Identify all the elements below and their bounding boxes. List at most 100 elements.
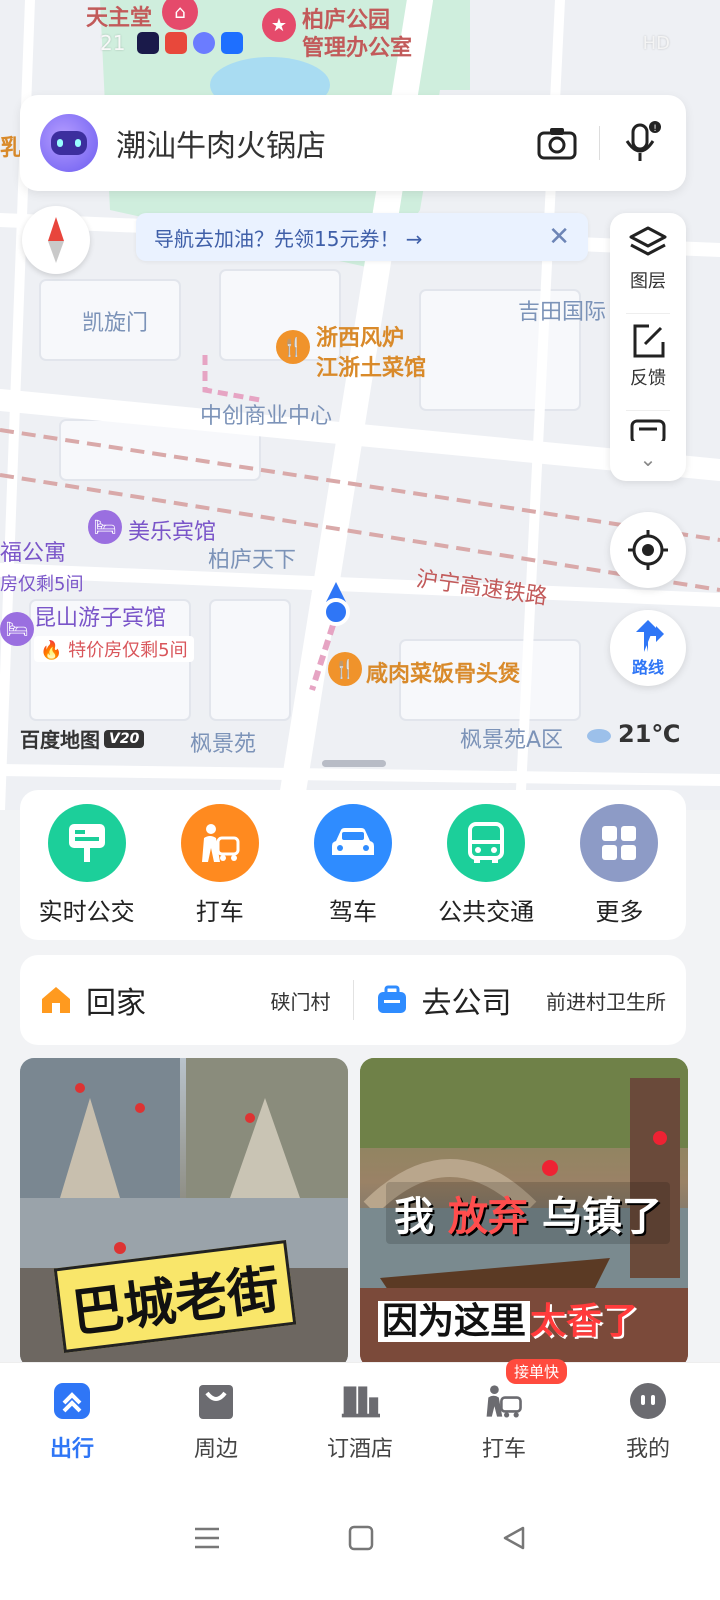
- microphone-icon[interactable]: !: [618, 119, 666, 167]
- layers-icon: [629, 226, 667, 256]
- locate-button[interactable]: [610, 512, 686, 588]
- route-arrow-icon: [636, 620, 664, 652]
- map-label-jitian[interactable]: 吉田国际: [518, 294, 606, 326]
- bottom-tab-bar: 出行 周边 订酒店 接单快 打车 我的: [0, 1358, 720, 1480]
- grid-more-icon: [580, 803, 659, 882]
- app-notification-3-icon: [193, 32, 216, 54]
- current-location-icon[interactable]: [318, 580, 354, 630]
- taxi-tab-icon: [484, 1381, 524, 1421]
- map-label-kaixuanmen[interactable]: 凯旋门: [82, 305, 148, 337]
- feedback-label: 反馈: [630, 368, 666, 389]
- route-button[interactable]: 路线: [610, 610, 686, 686]
- cloud-icon: [587, 729, 611, 743]
- go-home-shortcut[interactable]: 回家 硖门村: [40, 978, 331, 1022]
- map-tools-panel: 图层 反馈 ⌄: [610, 213, 686, 481]
- taxi-badge: 接单快: [506, 1358, 568, 1384]
- back-nav-icon[interactable]: [501, 1525, 527, 1555]
- map-label-xianrou[interactable]: 咸肉菜饭骨头煲: [366, 656, 520, 688]
- quick-action-label: 打车: [195, 897, 244, 926]
- chevron-down-icon[interactable]: ⌄: [640, 447, 657, 471]
- search-bar[interactable]: 潮汕牛肉火锅店 !: [20, 95, 686, 191]
- map-label-kunshan-hotel[interactable]: 昆山游子宾馆: [34, 600, 166, 632]
- company-address: 前进村卫生所: [546, 989, 666, 1014]
- company-title: 去公司: [421, 986, 512, 1021]
- quick-action-more[interactable]: 更多: [559, 803, 679, 927]
- route-label: 路线: [631, 658, 664, 677]
- shortcut-bar: 回家 硖门村 去公司 前进村卫生所: [20, 955, 686, 1045]
- bus-stop-icon: [47, 803, 126, 882]
- quick-action-label: 公共交通: [438, 897, 535, 926]
- map-label-zhexi-1[interactable]: 浙西风炉: [316, 320, 404, 352]
- caption-1b: 放弃: [447, 1194, 528, 1240]
- weather-widget[interactable]: 21℃: [586, 720, 680, 748]
- map-label-fu-apartment-sub: 房仅剩5间: [0, 574, 84, 595]
- home-address: 硖门村: [270, 989, 331, 1014]
- map-label-bailu-tianxia[interactable]: 柏庐天下: [208, 542, 296, 574]
- map-label-fengjingyuan-a[interactable]: 枫景苑A区: [460, 722, 563, 754]
- tab-nearby[interactable]: 周边: [156, 1381, 276, 1463]
- tab-label: 我的: [625, 1436, 670, 1462]
- close-icon[interactable]: ✕: [548, 222, 570, 252]
- status-network: HD: [642, 32, 670, 54]
- more-tools-icon[interactable]: [630, 419, 666, 445]
- map-label-kunshan-sub: 🔥 特价房仅剩5间: [34, 636, 194, 662]
- tab-taxi[interactable]: 接单快 打车: [444, 1358, 568, 1463]
- feed-right-caption-1: 我 放弃 乌镇了: [386, 1182, 670, 1244]
- feedback-edit-icon: [633, 324, 665, 358]
- alipay-icon: [221, 32, 244, 54]
- locate-crosshair-icon: [628, 530, 668, 570]
- logo-version: V20: [104, 729, 145, 748]
- panel-divider-2: [626, 410, 670, 411]
- feed-card-wuzhen[interactable]: 我 放弃 乌镇了 因为这里 太香了: [360, 1058, 688, 1368]
- quick-action-realtime-bus[interactable]: 实时公交: [27, 803, 147, 927]
- layers-label: 图层: [630, 271, 666, 292]
- quick-action-transit[interactable]: 公共交通: [426, 803, 546, 927]
- hotel-pin-icon[interactable]: 🛏: [88, 510, 122, 544]
- quick-action-taxi[interactable]: 打车: [160, 803, 280, 927]
- map-label-meile[interactable]: 美乐宾馆: [128, 514, 216, 546]
- panel-drag-handle[interactable]: [322, 760, 386, 767]
- system-nav-bar: [0, 1480, 720, 1600]
- status-app-icons: [137, 32, 244, 54]
- map-label-fu-apartment[interactable]: 福公寓: [0, 535, 66, 567]
- home-title: 回家: [86, 986, 146, 1021]
- home-nav-icon[interactable]: [348, 1525, 374, 1555]
- kunshan-deal-text: 特价房仅剩5间: [68, 640, 188, 661]
- car-icon: [313, 803, 392, 882]
- layers-button[interactable]: 图层: [628, 225, 668, 313]
- caption-1c: 乌镇了: [541, 1194, 662, 1240]
- assistant-avatar-icon[interactable]: [40, 114, 98, 172]
- status-time: 21: [100, 31, 126, 55]
- tab-profile[interactable]: 我的: [588, 1381, 708, 1463]
- feedback-button[interactable]: 反馈: [629, 322, 667, 410]
- hotel-pin-2-icon[interactable]: 🛏: [0, 612, 34, 646]
- quick-action-drive[interactable]: 驾车: [293, 803, 413, 927]
- tab-hotel[interactable]: 订酒店: [300, 1381, 420, 1463]
- feed-card-bacheng[interactable]: 巴城老街: [20, 1058, 348, 1368]
- baidu-map-logo: 百度地图 V20: [20, 724, 145, 753]
- caption-2a: 因为这里: [378, 1301, 531, 1342]
- camera-icon[interactable]: [533, 119, 581, 167]
- caption-1a: 我: [394, 1194, 434, 1240]
- restaurant-pin-2-icon[interactable]: 🍴: [328, 652, 362, 686]
- tab-label: 打车: [481, 1436, 526, 1462]
- tab-label: 出行: [49, 1436, 94, 1462]
- search-input[interactable]: 潮汕牛肉火锅店: [116, 121, 533, 165]
- profile-face-icon: [628, 1381, 668, 1421]
- menu-nav-icon[interactable]: [193, 1526, 221, 1554]
- compass-button[interactable]: [22, 206, 90, 274]
- map-label-zhongchuang[interactable]: 中创商业中心: [200, 398, 332, 430]
- panel-divider: [626, 313, 670, 314]
- bus-icon: [447, 803, 526, 882]
- taxi-person-icon: [180, 803, 259, 882]
- promo-text[interactable]: 导航去加油？先领15元券！ →: [154, 223, 423, 252]
- go-company-shortcut[interactable]: 去公司 前进村卫生所: [376, 978, 666, 1022]
- home-icon: [42, 987, 70, 1013]
- tab-travel[interactable]: 出行: [12, 1381, 132, 1463]
- promo-banner[interactable]: 导航去加油？先领15元券！ → ✕: [136, 213, 588, 261]
- map-label-zhexi-2[interactable]: 江浙土菜馆: [316, 350, 426, 382]
- map-label-fengjingyuan[interactable]: 枫景苑: [190, 726, 256, 758]
- restaurant-pin-icon[interactable]: 🍴: [276, 330, 310, 364]
- quick-action-label: 驾车: [328, 897, 377, 926]
- map-label-left-edge[interactable]: 乳: [0, 130, 22, 162]
